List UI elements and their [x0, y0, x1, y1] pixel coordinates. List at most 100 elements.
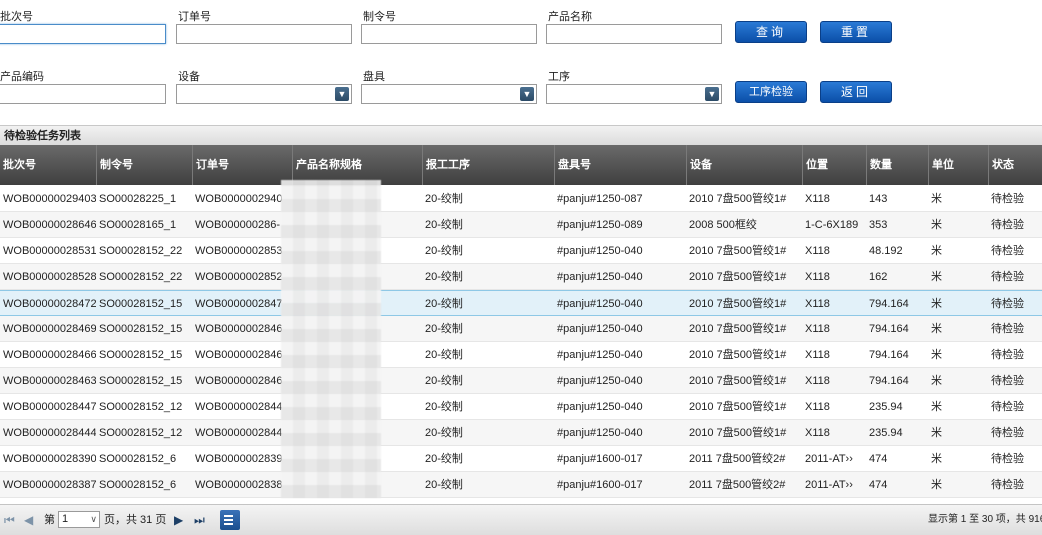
batch-input[interactable] [0, 24, 166, 44]
cell-batch-no: WOB00000028531 [3, 245, 96, 257]
cell-report-process: 20-绞制 [425, 193, 463, 205]
make-order-label: 制令号 [363, 11, 396, 23]
cell-status: 待检验 [991, 271, 1024, 283]
column-header-make-order-no[interactable]: 制令号 [96, 145, 192, 185]
column-header-reel-no[interactable]: 盘具号 [554, 145, 686, 185]
column-header-order-no[interactable]: 订单号 [192, 145, 292, 185]
cell-unit: 米 [931, 453, 942, 465]
chevron-down-icon: ▼ [705, 87, 719, 101]
table-row[interactable]: WOB00000028463 SO00028152_15 WOB0000002846… [0, 368, 1042, 394]
cell-batch-no: WOB00000029403 [3, 193, 96, 205]
grid-title: 待检验任务列表 [0, 125, 1042, 145]
table-row[interactable]: WOB00000028447 SO00028152_12 WOB0000002844… [0, 394, 1042, 420]
process-check-button[interactable]: 工序检验 [735, 81, 807, 103]
cell-make-order-no: SO00028152_6 [99, 453, 177, 465]
reset-button[interactable]: 重置 [820, 21, 892, 43]
batch-label: 批次号 [0, 11, 33, 23]
next-page-icon[interactable]: ▶ [174, 512, 183, 528]
cell-report-process: 20-绞制 [425, 271, 463, 283]
cell-location: X118 [805, 323, 830, 335]
product-code-label: 产品编码 [0, 71, 44, 83]
make-order-input[interactable] [361, 24, 537, 44]
cell-report-process: 20-绞制 [425, 479, 463, 491]
cell-quantity: 794.164 [869, 349, 909, 361]
cell-batch-no: WOB00000028466 [3, 349, 96, 361]
cell-equipment: 2011 7盘500管绞2# [689, 453, 786, 465]
table-row[interactable]: WOB00000028466 SO00028152_15 WOB0000002846… [0, 342, 1042, 368]
cell-reel-no: #panju#1250-040 [557, 401, 643, 413]
cell-status: 待检验 [991, 298, 1024, 310]
grid-body: WOB00000029403 SO00028225_1 WOB0000002940 2… [0, 186, 1042, 502]
back-button[interactable]: 返回 [820, 81, 892, 103]
equipment-select[interactable]: ▼ [176, 84, 352, 104]
column-header-location[interactable]: 位置 [802, 145, 866, 185]
export-icon[interactable] [220, 510, 240, 530]
cell-unit: 米 [931, 479, 942, 491]
cell-quantity: 474 [869, 479, 888, 491]
table-row[interactable]: WOB00000028390 SO00028152_6 WOB0000002839 2… [0, 446, 1042, 472]
column-header-equipment[interactable]: 设备 [686, 145, 802, 185]
chevron-down-icon: ▼ [520, 87, 534, 101]
query-button[interactable]: 查询 [735, 21, 807, 43]
cell-batch-no: WOB00000028646 [3, 219, 96, 231]
cell-equipment: 2010 7盘500管绞1# [689, 427, 787, 439]
cell-quantity: 235.94 [869, 427, 903, 439]
first-page-icon[interactable]: ⏮ [4, 512, 15, 528]
page-prefix: 第 [44, 514, 55, 526]
cell-unit: 米 [931, 349, 942, 361]
cell-reel-no: #panju#1250-040 [557, 375, 643, 387]
cell-make-order-no: SO00028152_22 [99, 245, 183, 257]
reel-select[interactable]: ▼ [361, 84, 537, 104]
column-header-product-name-spec[interactable]: 产品名称规格 [292, 145, 422, 185]
table-row[interactable]: WOB00000028444 SO00028152_12 WOB0000002844… [0, 420, 1042, 446]
pager-summary: 显示第 1 至 30 项，共 916 [928, 514, 1042, 525]
table-row[interactable]: WOB00000028646 SO00028165_1 WOB000000286- 2… [0, 212, 1042, 238]
cell-unit: 米 [931, 271, 942, 283]
cell-location: X118 [805, 245, 830, 257]
column-header-batch-no[interactable]: 批次号 [0, 145, 96, 185]
last-page-icon[interactable]: ⏭ [194, 512, 205, 528]
cell-order-no: WOB0000002838 [195, 479, 283, 491]
table-row[interactable]: WOB00000028531 SO00028152_22 WOB0000002853… [0, 238, 1042, 264]
cell-order-no: WOB0000002844 [195, 401, 283, 413]
cell-reel-no: #panju#1250-089 [557, 219, 643, 231]
cell-order-no: WOB0000002846 [195, 375, 283, 387]
order-input[interactable] [176, 24, 352, 44]
column-header-quantity[interactable]: 数量 [866, 145, 928, 185]
cell-reel-no: #panju#1250-040 [557, 323, 643, 335]
cell-status: 待检验 [991, 401, 1024, 413]
cell-reel-no: #panju#1250-040 [557, 427, 643, 439]
prev-page-icon[interactable]: ◀ [24, 512, 33, 528]
table-row[interactable]: WOB00000028472 SO00028152_15 WOB0000002847… [0, 290, 1042, 316]
cell-equipment: 2010 7盘500管绞1# [689, 349, 787, 361]
process-select[interactable]: ▼ [546, 84, 722, 104]
column-header-unit[interactable]: 单位 [928, 145, 988, 185]
cell-order-no: WOB0000002940 [195, 193, 283, 205]
column-header-report-process[interactable]: 报工工序 [422, 145, 554, 185]
cell-reel-no: #panju#1250-040 [557, 349, 643, 361]
cell-equipment: 2010 7盘500管绞1# [689, 271, 787, 283]
table-row[interactable]: WOB00000028528 SO00028152_22 WOB0000002852… [0, 264, 1042, 290]
cell-location: 1-C-6X189 [805, 219, 859, 231]
cell-location: X118 [805, 401, 830, 413]
cell-equipment: 2010 7盘500管绞1# [689, 323, 787, 335]
page-select[interactable]: 1 ∨ [58, 511, 100, 528]
column-header-status[interactable]: 状态 [988, 145, 1042, 185]
product-name-input[interactable] [546, 24, 722, 44]
cell-batch-no: WOB00000028444 [3, 427, 96, 439]
table-row[interactable]: WOB00000028469 SO00028152_15 WOB0000002846… [0, 316, 1042, 342]
table-row[interactable]: WOB00000028387 SO00028152_6 WOB0000002838 2… [0, 472, 1042, 498]
table-row[interactable]: WOB00000029403 SO00028225_1 WOB0000002940 2… [0, 186, 1042, 212]
cell-batch-no: WOB00000028469 [3, 323, 96, 335]
cell-quantity: 162 [869, 271, 888, 283]
cell-equipment: 2010 7盘500管绞1# [689, 245, 787, 257]
cell-status: 待检验 [991, 193, 1024, 205]
cell-order-no: WOB0000002846 [195, 349, 283, 361]
filter-form: 批次号 订单号 制令号 产品名称 查询 重置 产品编码 设备 ▼ 盘具 ▼ 工序… [0, 0, 1042, 118]
cell-make-order-no: SO00028152_15 [99, 298, 183, 310]
page-value: 1 [62, 513, 69, 525]
cell-report-process: 20-绞制 [425, 298, 463, 310]
product-code-input[interactable] [0, 84, 166, 104]
cell-report-process: 20-绞制 [425, 453, 463, 465]
chevron-down-icon: ∨ [90, 514, 97, 524]
